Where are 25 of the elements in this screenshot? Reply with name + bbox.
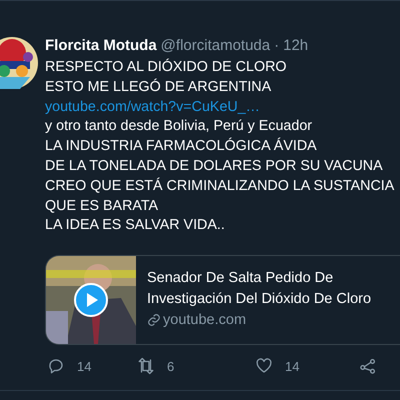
author-handle[interactable]: @florcitamotuda <box>160 37 270 54</box>
tweet-text-line: ESTO ME LLEGÓ DE ARGENTINA <box>45 78 272 97</box>
tweet-text-line: LA IDEA ES SALVAR VIDA.. <box>45 216 225 236</box>
tweet-text-line: LA INDUSTRIA FARMACOLÓGICA ÁVIDA <box>45 137 317 156</box>
speech-bubble-icon[interactable] <box>47 357 65 376</box>
tweet-text-line: CREO QUE ESTÁ CRIMINALIZANDO LA SUSTANCIA <box>45 176 394 196</box>
link-icon <box>147 313 161 328</box>
separator: · <box>274 37 280 54</box>
tweet-time[interactable]: 12h <box>283 37 308 54</box>
retweet-icon[interactable] <box>137 357 155 376</box>
action-count: 6 <box>167 358 174 374</box>
card-title: Senador De Salta Pedido De Investigación Del Dióxido De Cloro <box>147 269 372 310</box>
tweet-link[interactable]: youtube.com/watch?v=CuKeU_… <box>45 98 260 118</box>
tweet-text-line: QUE ES BARATA <box>45 196 158 216</box>
heart-icon[interactable] <box>255 357 273 376</box>
link-card[interactable]: Senador De Salta Pedido De Investigación Del Dióxido De Cloro youtube.com <box>45 255 400 346</box>
tweet-text-line: RESPECTO AL DIÓXIDO DE CLORO <box>45 58 287 77</box>
action-count: 14 <box>77 358 92 374</box>
action-count: 14 <box>285 358 300 374</box>
tweet-text-line: y otro tanto desde Bolivia, Perú y Ecuador <box>45 117 312 136</box>
share-icon[interactable] <box>359 357 377 376</box>
tweet-text-line: DE LA TONELADA DE DOLARES POR SU VACUNA <box>45 156 383 176</box>
card-domain: youtube.com <box>163 312 246 328</box>
play-icon[interactable] <box>74 283 108 318</box>
author-name[interactable]: Florcita Motuda <box>45 37 157 54</box>
